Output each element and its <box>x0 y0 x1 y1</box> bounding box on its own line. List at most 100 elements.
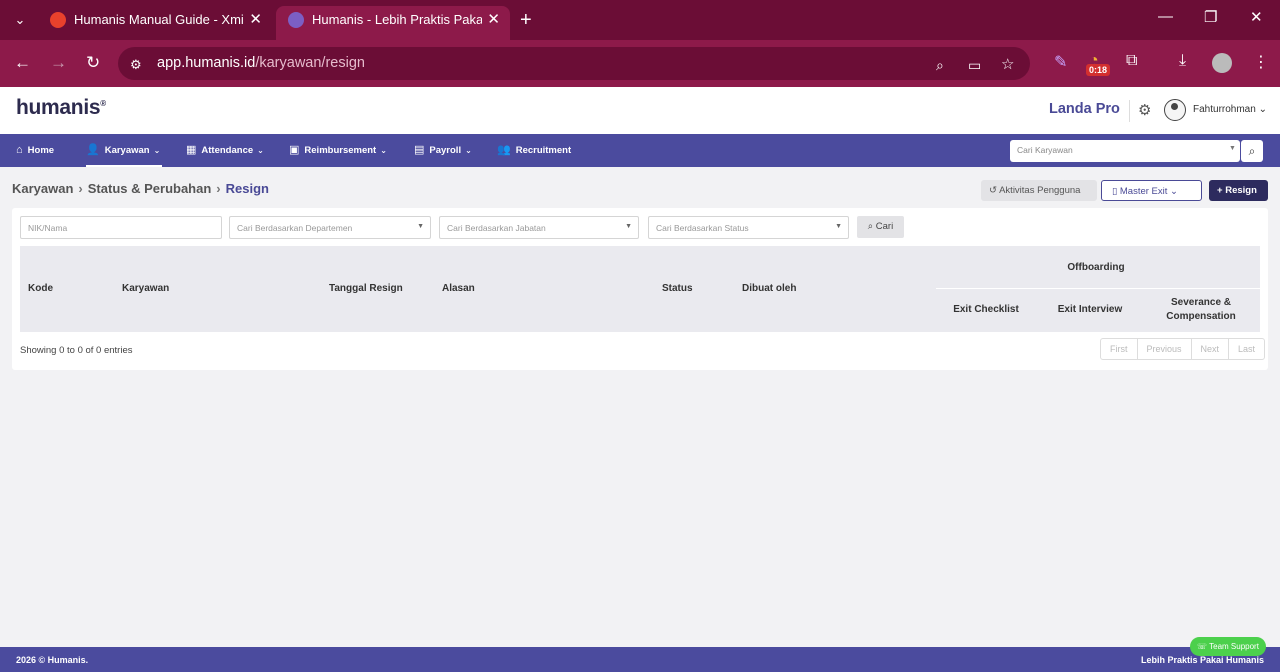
select-placeholder: Cari Berdasarkan Status <box>656 223 749 233</box>
bookmark-star-icon[interactable]: ☆ <box>1001 54 1014 76</box>
username: Fahturrohman <box>1193 104 1256 115</box>
table-header: Kode Karyawan Tanggal Resign Alasan Stat… <box>20 246 1260 332</box>
menu-label: Payroll <box>429 145 462 156</box>
breadcrumb-status[interactable]: Status & Perubahan <box>88 181 212 196</box>
page-last[interactable]: Last <box>1229 339 1264 359</box>
chevron-down-icon: ⌄ <box>380 146 387 155</box>
offboarding-divider <box>936 288 1260 289</box>
xmind-favicon-icon <box>50 12 66 28</box>
user-avatar[interactable] <box>1164 99 1186 121</box>
dropdown-arrow-icon: ▼ <box>1229 145 1236 152</box>
column-karyawan[interactable]: Karyawan <box>122 283 169 294</box>
feather-extension-icon[interactable]: ✎ <box>1054 52 1067 72</box>
column-status[interactable]: Status <box>662 283 693 294</box>
users-icon: 👥 <box>497 144 511 156</box>
tab-search-icon[interactable]: ⌄ <box>8 8 32 32</box>
column-tanggal-resign[interactable]: Tanggal Resign <box>329 283 403 294</box>
team-support-button[interactable]: ☏ Team Support <box>1190 637 1266 656</box>
money-icon: ▣ <box>289 144 300 156</box>
wallet-icon: ▤ <box>414 144 425 156</box>
humanis-logo[interactable]: humanis® <box>16 96 106 120</box>
input-placeholder: NIK/Nama <box>28 223 68 233</box>
reload-icon[interactable]: ↻ <box>86 52 100 74</box>
search-placeholder: Cari Karyawan <box>1017 145 1073 155</box>
window-close-icon[interactable]: ✕ <box>1250 8 1263 26</box>
home-icon: ⌂ <box>16 144 23 156</box>
menu-payroll[interactable]: ▤ Payroll ⌄ <box>414 134 472 167</box>
menu-label: Attendance <box>201 145 254 156</box>
user-menu[interactable]: Fahturrohman ⌄ <box>1193 104 1267 115</box>
settings-gear-icon[interactable]: ⚙ <box>1138 101 1151 119</box>
activity-log-button[interactable]: ↺ Aktivitas Pengguna <box>981 180 1097 201</box>
resign-card: NIK/Nama Cari Berdasarkan Departemen ▼ C… <box>12 208 1268 370</box>
chevron-down-icon: ⌄ <box>1170 186 1178 197</box>
back-icon[interactable]: ← <box>14 52 31 74</box>
position-select[interactable]: Cari Berdasarkan Jabatan ▼ <box>439 216 639 239</box>
menu-recruitment[interactable]: 👥 Recruitment <box>497 134 571 167</box>
dropdown-arrow-icon: ▼ <box>625 223 632 230</box>
button-label: Aktivitas Pengguna <box>999 185 1081 196</box>
search-button[interactable]: ⌕ Cari <box>857 216 904 238</box>
menu-label: Karyawan <box>104 145 150 156</box>
menu-attendance[interactable]: ▦ Attendance ⌄ <box>186 134 264 167</box>
new-tab-icon[interactable]: + <box>520 6 532 34</box>
dropdown-arrow-icon: ▼ <box>835 223 842 230</box>
site-info-icon[interactable]: ⚙ <box>130 54 142 76</box>
tab-close-icon[interactable]: ✕ <box>487 6 500 34</box>
forward-icon[interactable]: → <box>50 52 67 74</box>
add-resign-button[interactable]: + Resign <box>1209 180 1268 201</box>
column-dibuat-oleh[interactable]: Dibuat oleh <box>742 283 796 294</box>
menu-label: Recruitment <box>515 145 572 156</box>
menu-reimbursement[interactable]: ▣ Reimbursement ⌄ <box>289 134 387 167</box>
master-exit-button[interactable]: ▯ Master Exit ⌄ <box>1101 180 1202 201</box>
status-select[interactable]: Cari Berdasarkan Status ▼ <box>648 216 849 239</box>
menu-home[interactable]: ⌂ Home <box>16 134 54 167</box>
plus-icon: + <box>1217 185 1223 196</box>
browser-tab-humanis[interactable]: Humanis - Lebih Praktis Pakai Humanis ✕ <box>276 6 510 40</box>
button-label: Master Exit <box>1119 186 1168 197</box>
restore-icon[interactable]: ❐ <box>1204 8 1217 26</box>
menu-karyawan[interactable]: 👤 Karyawan ⌄ <box>86 134 162 167</box>
browser-tabbar: ⌄ Humanis Manual Guide - Xmind ✕ Humanis… <box>0 0 1280 40</box>
search-icon[interactable]: ⌕ <box>1241 140 1263 162</box>
header-divider <box>1129 100 1130 122</box>
column-alasan[interactable]: Alasan <box>442 283 475 294</box>
column-exit-checklist[interactable]: Exit Checklist <box>936 304 1036 315</box>
select-placeholder: Cari Berdasarkan Jabatan <box>447 223 546 233</box>
footer-tagline: Lebih Praktis Pakai Humanis <box>1140 655 1264 665</box>
tab-close-icon[interactable]: ✕ <box>249 6 262 34</box>
menu-label: Reimbursement <box>304 145 377 156</box>
url-path: /karyawan/resign <box>255 55 365 71</box>
page-previous[interactable]: Previous <box>1138 339 1192 359</box>
timer-badge: 0:18 <box>1086 64 1111 76</box>
page-next[interactable]: Next <box>1192 339 1230 359</box>
browser-tab-manual[interactable]: Humanis Manual Guide - Xmind ✕ <box>38 6 272 40</box>
column-exit-interview[interactable]: Exit Interview <box>1040 304 1140 315</box>
zoom-icon[interactable]: ⌕ <box>936 54 944 76</box>
column-compensation: Compensation <box>1166 311 1236 322</box>
url-host: app.humanis.id <box>157 55 256 71</box>
page-first[interactable]: First <box>1101 339 1138 359</box>
chevron-down-icon: ⌄ <box>153 146 161 155</box>
extensions-puzzle-icon[interactable]: ⧉ <box>1126 52 1137 70</box>
address-bar[interactable]: ⚙ app.humanis.id/karyawan/resign ⌕ ▭ ☆ <box>118 47 1030 80</box>
logo-text: humanis <box>16 96 101 119</box>
department-select[interactable]: Cari Berdasarkan Departemen ▼ <box>229 216 431 239</box>
document-icon: ▯ <box>1112 186 1118 197</box>
download-icon[interactable]: ⤓ <box>1179 52 1186 70</box>
column-kode[interactable]: Kode <box>28 283 53 294</box>
breadcrumb-resign: Resign <box>225 181 269 196</box>
chevron-down-icon: ⌄ <box>465 146 472 155</box>
nik-name-input[interactable]: NIK/Nama <box>20 216 222 239</box>
humanis-favicon-icon <box>288 12 304 28</box>
whatsapp-icon: ☏ <box>1197 642 1208 651</box>
install-app-icon[interactable]: ▭ <box>968 54 981 76</box>
column-severance[interactable]: Severance & <box>1151 297 1251 308</box>
browser-menu-icon[interactable]: ⋮ <box>1253 52 1269 72</box>
breadcrumb-karyawan[interactable]: Karyawan <box>12 181 73 196</box>
employee-search-select[interactable]: Cari Karyawan ▼ <box>1010 140 1240 162</box>
calendar-icon: ▦ <box>186 144 197 156</box>
plan-name: Landa Pro <box>1049 101 1120 117</box>
minimize-icon[interactable]: — <box>1158 8 1173 25</box>
profile-avatar-icon[interactable] <box>1212 53 1232 73</box>
